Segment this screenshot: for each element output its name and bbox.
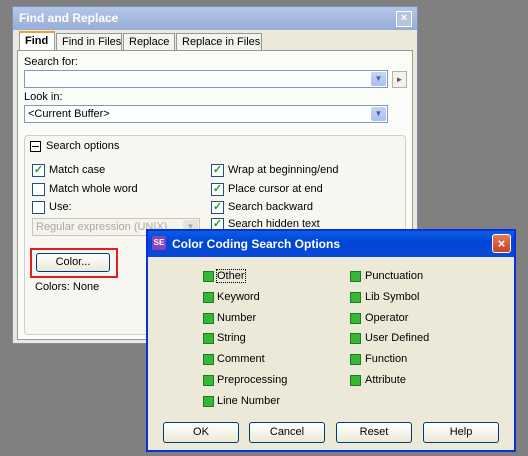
chevron-down-icon[interactable]: ▼ — [371, 107, 386, 121]
line-number-checkbox[interactable] — [203, 396, 214, 407]
preprocessing-label: Preprocessing — [217, 374, 288, 386]
function-checkbox[interactable] — [350, 354, 361, 365]
other-label: Other — [216, 269, 246, 283]
cancel-button[interactable]: Cancel — [249, 422, 325, 443]
other-checkbox[interactable] — [203, 271, 214, 282]
look-in-combo[interactable]: <Current Buffer> ▼ — [24, 105, 388, 123]
reset-button[interactable]: Reset — [336, 422, 412, 443]
line-number-label: Line Number — [217, 395, 280, 407]
app-icon: SE — [152, 236, 166, 250]
lib-symbol-checkbox[interactable] — [350, 292, 361, 303]
punctuation-checkbox[interactable] — [350, 271, 361, 282]
comment-label: Comment — [217, 353, 265, 365]
dialog-title: Color Coding Search Options — [172, 237, 341, 251]
string-checkbox[interactable] — [203, 333, 214, 344]
operator-label: Operator — [365, 312, 409, 324]
function-label: Function — [365, 353, 408, 365]
search-backward-label: Search backward — [228, 201, 313, 213]
punctuation-label: Punctuation — [365, 270, 424, 282]
look-in-label: Look in: — [24, 91, 63, 103]
search-options-label: Search options — [46, 140, 120, 152]
color-coding-dialog: SE Color Coding Search Options × Other K… — [146, 229, 516, 452]
operator-checkbox[interactable] — [350, 313, 361, 324]
user-defined-label: User Defined — [365, 332, 430, 344]
tab-find-in-files[interactable]: Find in Files — [56, 33, 122, 50]
close-icon[interactable]: × — [492, 234, 511, 253]
help-button[interactable]: Help — [423, 422, 499, 443]
match-case-label: Match case — [49, 164, 106, 176]
lib-symbol-label: Lib Symbol — [365, 291, 420, 303]
string-label: String — [217, 332, 246, 344]
number-checkbox[interactable] — [203, 313, 214, 324]
tab-find[interactable]: Find — [19, 31, 55, 51]
ok-button[interactable]: OK — [163, 422, 239, 443]
match-whole-word-label: Match whole word — [49, 183, 138, 195]
search-history-button[interactable]: ► — [392, 71, 407, 88]
keyword-checkbox[interactable] — [203, 292, 214, 303]
search-for-combo[interactable]: ▼ — [24, 70, 388, 88]
match-case-checkbox[interactable]: ✓ — [32, 164, 45, 177]
number-label: Number — [217, 312, 257, 324]
tab-replace-in-files[interactable]: Replace in Files — [176, 33, 262, 50]
attribute-label: Attribute — [365, 374, 406, 386]
place-cursor-end-checkbox[interactable]: ✓ — [211, 183, 224, 196]
arrow-right-icon: ► — [395, 75, 404, 84]
color-dialog-titlebar[interactable]: SE Color Coding Search Options × — [148, 231, 514, 257]
find-replace-titlebar[interactable]: Find and Replace × — [13, 7, 417, 30]
comment-checkbox[interactable] — [203, 354, 214, 365]
window-title: Find and Replace — [19, 11, 119, 25]
match-whole-word-checkbox[interactable] — [32, 183, 45, 196]
use-label: Use: — [49, 201, 72, 213]
wrap-label: Wrap at beginning/end — [228, 164, 339, 176]
collapse-icon[interactable] — [30, 141, 41, 152]
color-button-label: Color... — [55, 256, 91, 268]
look-in-value: <Current Buffer> — [28, 108, 110, 120]
tab-replace[interactable]: Replace — [123, 33, 175, 50]
use-checkbox[interactable] — [32, 201, 45, 214]
color-button[interactable]: Color... — [36, 253, 110, 272]
keyword-label: Keyword — [217, 291, 260, 303]
search-for-label: Search for: — [24, 56, 78, 68]
chevron-down-icon[interactable]: ▼ — [371, 72, 386, 86]
place-cursor-end-label: Place cursor at end — [228, 183, 323, 195]
attribute-checkbox[interactable] — [350, 375, 361, 386]
preprocessing-checkbox[interactable] — [203, 375, 214, 386]
wrap-checkbox[interactable]: ✓ — [211, 164, 224, 177]
colors-status: Colors: None — [35, 281, 100, 293]
search-backward-checkbox[interactable]: ✓ — [211, 201, 224, 214]
close-icon[interactable]: × — [396, 11, 412, 27]
user-defined-checkbox[interactable] — [350, 333, 361, 344]
